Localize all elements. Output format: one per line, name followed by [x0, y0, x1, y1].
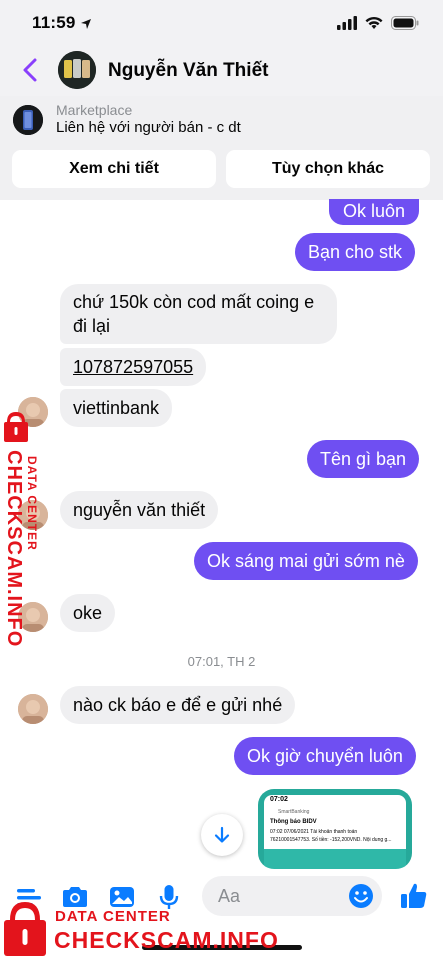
- view-details-button[interactable]: Xem chi tiết: [12, 150, 216, 188]
- thumbs-up-icon[interactable]: [398, 880, 430, 912]
- screenshot-app-strip: [264, 849, 406, 869]
- wifi-icon: [365, 16, 383, 29]
- message-bubble-outgoing[interactable]: Ok giờ chuyển luôn: [234, 737, 416, 775]
- watermark-bottom: DATA CENTER CHECKSCAM.INFO: [0, 896, 280, 960]
- message-bubble-incoming[interactable]: viettinbank: [60, 389, 173, 427]
- screenshot-content: 07:02 SmartBanking Thông báo BIDV 07:02 …: [264, 795, 406, 869]
- message-bubble-incoming[interactable]: oke: [60, 594, 116, 632]
- message-bubble-outgoing[interactable]: Tên gì bạn: [307, 440, 420, 478]
- product-phones-image: [58, 51, 96, 89]
- message-line: chứ 150k còn cod mất coing e: [73, 292, 315, 312]
- message-bubble-outgoing[interactable]: Bạn cho stk: [295, 233, 416, 271]
- scroll-to-bottom-button[interactable]: [201, 814, 243, 856]
- screenshot-notif-line: 07:02 07/06/2021 Tài khoản thanh toán: [270, 829, 358, 835]
- message-bubble-incoming-link[interactable]: 107872597055: [60, 348, 207, 386]
- location-arrow-icon: [81, 19, 91, 29]
- status-bar: 11:59: [0, 0, 443, 46]
- message-bubble-incoming[interactable]: chứ 150k còn cod mất coing e đi lại: [60, 284, 337, 344]
- screenshot-notif-line: 76210001547753. Số tiền: -152,200VND. Nộ…: [270, 837, 392, 843]
- arrow-down-icon: [214, 826, 230, 843]
- message-bubble-incoming[interactable]: nguyễn văn thiết: [60, 491, 219, 529]
- message-bubble-outgoing[interactable]: Ok luôn: [329, 199, 420, 225]
- screenshot-app-name: SmartBanking: [278, 809, 310, 815]
- watermark-bottom-line1: DATA CENTER: [55, 908, 171, 925]
- cellular-signal-icon: [337, 16, 357, 30]
- message-bubble-incoming[interactable]: nào ck báo e để e gửi nhé: [60, 686, 296, 724]
- watermark-lock-icon: [4, 902, 46, 956]
- transfer-screenshot-attachment[interactable]: 07:02 SmartBanking Thông báo BIDV 07:02 …: [258, 789, 412, 869]
- watermark-side: DATA CENTER CHECKSCAM.INFO: [2, 408, 54, 647]
- time-separator: 07:01, TH 2: [187, 654, 256, 669]
- contact-name[interactable]: Nguyễn Văn Thiết: [108, 60, 268, 82]
- screenshot-status-time: 07:02: [270, 796, 288, 803]
- watermark-bottom-line2: CHECKSCAM.INFO: [54, 927, 279, 953]
- screenshot-notif-title: Thông báo BIDV: [270, 819, 317, 825]
- message-bubble-outgoing[interactable]: Ok sáng mai gửi sớm nè: [194, 542, 418, 580]
- other-options-button[interactable]: Tùy chọn khác: [226, 150, 430, 188]
- marketplace-banner: Marketplace Liên hệ với người bán - c dt…: [0, 96, 443, 200]
- contact-avatar[interactable]: [58, 51, 96, 89]
- status-time: 11:59: [32, 13, 76, 32]
- listing-phone-image: [13, 105, 43, 135]
- contact-avatar-small[interactable]: [18, 694, 48, 724]
- listing-thumbnail[interactable]: [13, 105, 43, 135]
- battery-icon: [391, 16, 419, 30]
- back-chevron-icon[interactable]: [18, 56, 42, 84]
- listing-title[interactable]: Liên hệ với người bán - c dt: [56, 119, 241, 136]
- message-line: đi lại: [73, 316, 111, 336]
- emoji-icon[interactable]: [348, 883, 374, 909]
- contact-face-image: [18, 694, 48, 724]
- watermark-side-line1: DATA CENTER: [25, 456, 39, 551]
- watermark-side-line2: CHECKSCAM.INFO: [3, 450, 25, 648]
- marketplace-label: Marketplace: [56, 102, 133, 118]
- chat-header: Nguyễn Văn Thiết: [0, 46, 443, 96]
